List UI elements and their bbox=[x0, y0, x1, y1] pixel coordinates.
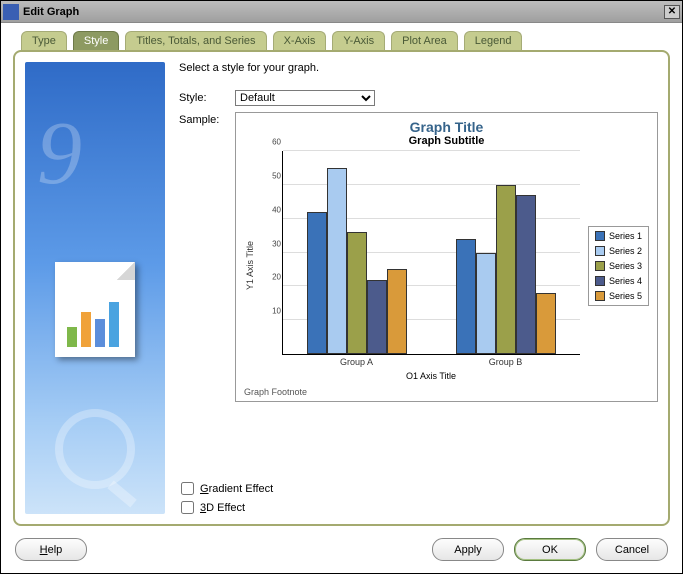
chart-y-tick: 40 bbox=[265, 205, 281, 214]
legend-label: Series 1 bbox=[609, 231, 642, 241]
chart-bar bbox=[536, 293, 556, 354]
cancel-button[interactable]: Cancel bbox=[596, 538, 668, 561]
legend-item: Series 4 bbox=[595, 276, 642, 286]
tab-y-axis[interactable]: Y-Axis bbox=[332, 31, 385, 50]
chart-bar bbox=[476, 253, 496, 355]
tab-legend[interactable]: Legend bbox=[464, 31, 523, 50]
legend-label: Series 5 bbox=[609, 291, 642, 301]
chart-x-axis-title: O1 Axis Title bbox=[282, 371, 580, 381]
sample-label: Sample: bbox=[179, 112, 235, 126]
three-d-effect-checkbox[interactable]: 3D Effect bbox=[181, 501, 658, 514]
chart-subtitle: Graph Subtitle bbox=[244, 135, 649, 147]
apply-button[interactable]: Apply bbox=[432, 538, 504, 561]
tab-plot-area[interactable]: Plot Area bbox=[391, 31, 458, 50]
chart-bar bbox=[456, 239, 476, 354]
legend-item: Series 3 bbox=[595, 261, 642, 271]
sample-chart: Graph Title Graph Subtitle Y1 Axis Title… bbox=[235, 112, 658, 402]
legend-item: Series 1 bbox=[595, 231, 642, 241]
chart-bar bbox=[387, 269, 407, 354]
legend-item: Series 2 bbox=[595, 246, 642, 256]
legend-label: Series 4 bbox=[609, 276, 642, 286]
chart-y-tick: 30 bbox=[265, 239, 281, 248]
style-select[interactable]: Default bbox=[235, 90, 375, 106]
wizard-illustration bbox=[25, 62, 165, 514]
ok-button[interactable]: OK bbox=[514, 538, 586, 561]
help-button[interactable]: Help bbox=[15, 538, 87, 561]
tab-x-axis[interactable]: X-Axis bbox=[273, 31, 327, 50]
chart-y-tick: 20 bbox=[265, 273, 281, 282]
chart-footnote: Graph Footnote bbox=[244, 387, 649, 397]
illustration-magnifier-icon bbox=[55, 409, 135, 489]
legend-item: Series 5 bbox=[595, 291, 642, 301]
chart-group bbox=[431, 151, 579, 354]
form-area: Select a style for your graph. Style: De… bbox=[179, 62, 658, 514]
button-bar: Help Apply OK Cancel bbox=[1, 530, 682, 573]
tab-bar: Type Style Titles, Totals, and Series X-… bbox=[13, 31, 670, 50]
chart-title: Graph Title bbox=[244, 119, 649, 135]
chart-group bbox=[283, 151, 431, 354]
legend-swatch-icon bbox=[595, 261, 605, 271]
style-label: Style: bbox=[179, 90, 235, 104]
chart-bar bbox=[327, 168, 347, 354]
chart-bar bbox=[307, 212, 327, 354]
app-icon bbox=[3, 4, 19, 20]
legend-swatch-icon bbox=[595, 276, 605, 286]
window-title: Edit Graph bbox=[23, 6, 79, 18]
legend-swatch-icon bbox=[595, 231, 605, 241]
titlebar: Edit Graph ✕ bbox=[1, 1, 682, 23]
chart-bar bbox=[516, 195, 536, 354]
illustration-document-icon bbox=[55, 262, 135, 357]
chart-y-tick: 60 bbox=[265, 138, 281, 147]
chart-x-tick: Group B bbox=[431, 357, 580, 367]
tab-style[interactable]: Style bbox=[73, 31, 119, 50]
dialog-content: Type Style Titles, Totals, and Series X-… bbox=[1, 23, 682, 530]
chart-bar bbox=[367, 280, 387, 354]
legend-swatch-icon bbox=[595, 246, 605, 256]
instruction-text: Select a style for your graph. bbox=[179, 62, 658, 74]
gradient-effect-input[interactable] bbox=[181, 482, 194, 495]
illustration-bars-icon bbox=[67, 292, 119, 347]
chart-x-tick: Group A bbox=[282, 357, 431, 367]
chart-bar bbox=[347, 232, 367, 354]
tab-type[interactable]: Type bbox=[21, 31, 67, 50]
three-d-effect-input[interactable] bbox=[181, 501, 194, 514]
chart-bar bbox=[496, 185, 516, 354]
close-icon[interactable]: ✕ bbox=[664, 5, 680, 19]
chart-y-axis-title: Y1 Axis Title bbox=[244, 241, 256, 290]
chart-y-tick: 50 bbox=[265, 171, 281, 180]
chart-legend: Series 1 Series 2 Series 3 Series 4 Series 5 bbox=[588, 226, 649, 306]
chart-x-ticks: Group AGroup B bbox=[282, 357, 580, 367]
legend-label: Series 2 bbox=[609, 246, 642, 256]
tab-titles-totals-series[interactable]: Titles, Totals, and Series bbox=[125, 31, 266, 50]
legend-label: Series 3 bbox=[609, 261, 642, 271]
tab-panel: Select a style for your graph. Style: De… bbox=[13, 50, 670, 526]
chart-plot-area: 102030405060 bbox=[282, 151, 580, 355]
gradient-effect-checkbox[interactable]: Gradient Effect bbox=[181, 482, 658, 495]
legend-swatch-icon bbox=[595, 291, 605, 301]
chart-y-tick: 10 bbox=[265, 307, 281, 316]
edit-graph-dialog: Edit Graph ✕ Type Style Titles, Totals, … bbox=[0, 0, 683, 574]
